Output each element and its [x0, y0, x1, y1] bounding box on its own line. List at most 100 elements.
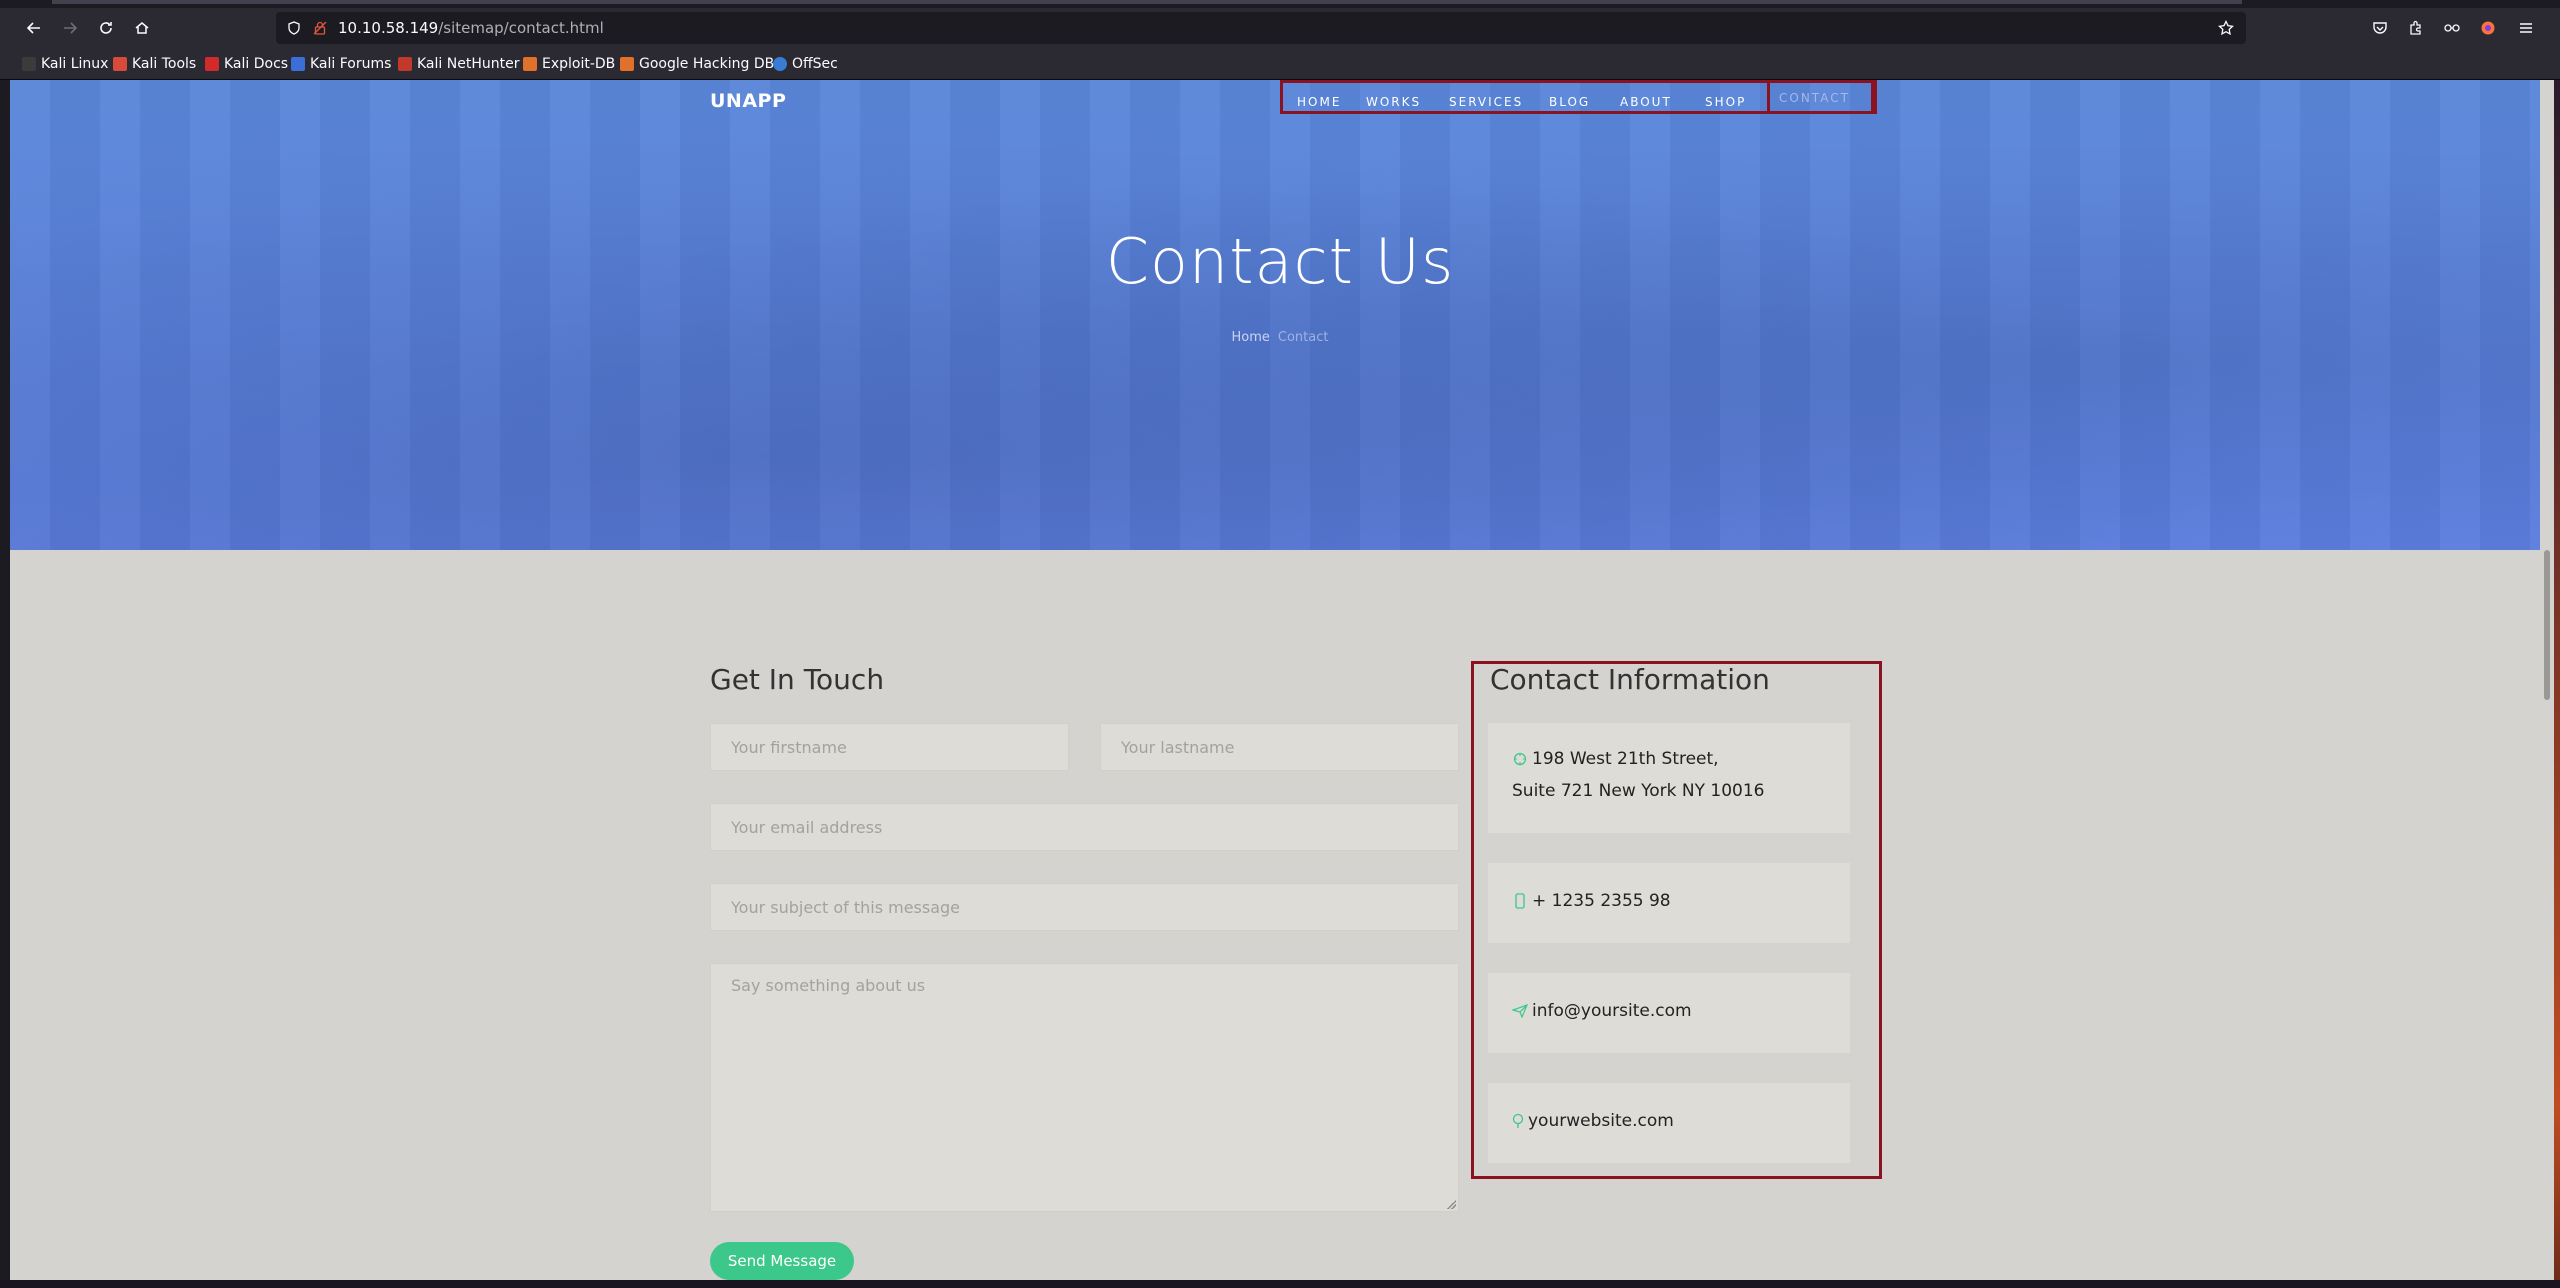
kali-nethunter-favicon-icon	[398, 57, 412, 71]
menu-hamburger-icon[interactable]	[2512, 14, 2540, 42]
address-bar[interactable]: 10.10.58.149/sitemap/contact.html	[276, 12, 2246, 44]
kali-tools-favicon-icon	[113, 57, 127, 71]
nav-works[interactable]: WORKS	[1366, 91, 1421, 110]
bookmarks-toolbar: Kali Linux Kali Tools Kali Docs Kali For…	[0, 48, 2560, 80]
firstname-placeholder: Your firstname	[731, 737, 847, 757]
forward-button[interactable]	[56, 14, 84, 42]
phone-icon	[1512, 893, 1528, 909]
url-text[interactable]: 10.10.58.149/sitemap/contact.html	[338, 19, 604, 37]
phone-card: + 1235 2355 98	[1488, 863, 1850, 943]
bookmark-google-hacking-db[interactable]: Google Hacking DB	[620, 55, 774, 73]
map-pin-icon	[1512, 751, 1528, 767]
kali-docs-favicon-icon	[205, 57, 219, 71]
address-line-2: Suite 721 New York NY 10016	[1512, 781, 1765, 801]
nav-home-link[interactable]: HOME	[1297, 95, 1341, 109]
window-edge	[0, 80, 10, 1288]
kali-forums-favicon-icon	[291, 57, 305, 71]
page-title: Contact Us	[1105, 225, 1455, 298]
bookmark-label: Kali Forums	[310, 56, 392, 72]
main-navigation: HOME WORKS SERVICES BLOG ABOUT SHOP CONT…	[1280, 80, 1877, 114]
bookmark-kali-nethunter[interactable]: Kali NetHunter	[398, 55, 519, 73]
bookmark-label: Kali Tools	[132, 56, 197, 72]
bookmark-kali-tools[interactable]: Kali Tools	[113, 55, 196, 73]
bookmark-star-icon[interactable]	[2216, 18, 2236, 38]
message-placeholder: Say something about us	[731, 976, 926, 995]
website-card: yourwebsite.com	[1488, 1083, 1850, 1163]
contact-info-heading: Contact Information	[1490, 663, 1770, 696]
bookmark-kali-forums[interactable]: Kali Forums	[291, 55, 391, 73]
subject-placeholder: Your subject of this message	[731, 897, 961, 917]
page-scrollbar[interactable]	[2540, 80, 2554, 1280]
url-path: /sitemap/contact.html	[438, 19, 604, 37]
extensions-icon[interactable]	[2402, 14, 2430, 42]
nav-services[interactable]: SERVICES	[1449, 91, 1523, 110]
phone-text[interactable]: + 1235 2355 98	[1532, 891, 1671, 911]
lastname-field[interactable]: Your lastname	[1100, 723, 1459, 771]
kali-linux-favicon-icon	[22, 57, 36, 71]
firefox-account-icon[interactable]	[2474, 14, 2502, 42]
email-placeholder: Your email address	[731, 817, 883, 837]
bookmark-label: Kali NetHunter	[417, 56, 520, 72]
nav-shop[interactable]: SHOP	[1705, 91, 1746, 110]
paper-plane-icon	[1512, 1003, 1528, 1019]
nav-contact[interactable]: CONTACT	[1767, 80, 1877, 114]
address-line-1: 198 West 21th Street,	[1512, 749, 1719, 769]
page-viewport: UNAPP HOME WORKS SERVICES BLOG ABOUT SHO…	[10, 80, 2540, 1280]
nav-shop-link[interactable]: SHOP	[1705, 95, 1746, 109]
forward-arrow-icon	[64, 22, 78, 34]
message-textarea[interactable]: Say something about us	[710, 963, 1459, 1212]
email-field[interactable]: Your email address	[710, 803, 1459, 851]
website-text[interactable]: yourwebsite.com	[1528, 1111, 1674, 1131]
bookmark-label: Google Hacking DB	[639, 56, 775, 72]
breadcrumb-home-link[interactable]: Home	[1232, 330, 1270, 345]
bookmark-label: Kali Docs	[224, 56, 289, 72]
site-logo[interactable]: UNAPP	[710, 90, 786, 112]
home-button[interactable]	[128, 14, 156, 42]
nav-about-link[interactable]: ABOUT	[1620, 95, 1672, 109]
firstname-field[interactable]: Your firstname	[710, 723, 1069, 771]
bookmark-offsec[interactable]: OffSec	[773, 55, 838, 73]
reload-button[interactable]	[92, 14, 120, 42]
active-tab[interactable]	[52, 0, 2242, 4]
back-arrow-icon	[26, 22, 40, 34]
bookmark-label: Kali Linux	[41, 56, 109, 72]
breadcrumb-current: Contact	[1277, 330, 1329, 345]
globe-pin-icon	[1512, 1113, 1524, 1129]
website-line: yourwebsite.com	[1512, 1111, 1674, 1131]
nav-contact-link[interactable]: CONTACT	[1779, 91, 1850, 105]
tab-strip	[0, 0, 2560, 8]
hero-background-image	[10, 80, 2540, 550]
nav-works-link[interactable]: WORKS	[1366, 95, 1421, 109]
offsec-favicon-icon	[773, 57, 787, 71]
home-icon	[135, 22, 149, 34]
scrollbar-thumb[interactable]	[2544, 550, 2550, 700]
lastname-placeholder: Your lastname	[1121, 737, 1235, 757]
send-message-button[interactable]: Send Message	[710, 1242, 854, 1280]
breadcrumb: Home Contact	[10, 330, 2540, 345]
email-text[interactable]: info@yoursite.com	[1532, 1001, 1692, 1021]
shield-icon[interactable]	[284, 18, 304, 38]
nav-home[interactable]: HOME	[1297, 91, 1341, 110]
address-line-2-text: Suite 721 New York NY 10016	[1512, 781, 1765, 801]
resize-handle-icon[interactable]	[1446, 1199, 1456, 1209]
pocket-icon[interactable]	[2366, 14, 2394, 42]
email-card: info@yoursite.com	[1488, 973, 1850, 1053]
bookmark-kali-docs[interactable]: Kali Docs	[205, 55, 288, 73]
back-button[interactable]	[20, 14, 48, 42]
private-mask-icon[interactable]	[2438, 14, 2466, 42]
nav-services-link[interactable]: SERVICES	[1449, 95, 1523, 109]
bookmark-kali-linux[interactable]: Kali Linux	[22, 55, 108, 73]
bookmark-label: OffSec	[792, 56, 838, 72]
address-card: 198 West 21th Street, Suite 721 New York…	[1488, 723, 1850, 833]
subject-field[interactable]: Your subject of this message	[710, 883, 1459, 931]
nav-blog[interactable]: BLOG	[1549, 91, 1590, 110]
address-line-1-text: 198 West 21th Street,	[1532, 749, 1719, 769]
nav-about[interactable]: ABOUT	[1620, 91, 1672, 110]
desktop-wallpaper-bottom	[0, 1280, 2560, 1288]
nav-blog-link[interactable]: BLOG	[1549, 95, 1590, 109]
browser-toolbar: 10.10.58.149/sitemap/contact.html	[0, 8, 2560, 48]
bookmark-exploit-db[interactable]: Exploit-DB	[523, 55, 615, 73]
desktop-wallpaper-edge	[2554, 80, 2560, 1288]
insecure-lock-icon[interactable]	[310, 18, 330, 38]
phone-line: + 1235 2355 98	[1512, 891, 1671, 911]
